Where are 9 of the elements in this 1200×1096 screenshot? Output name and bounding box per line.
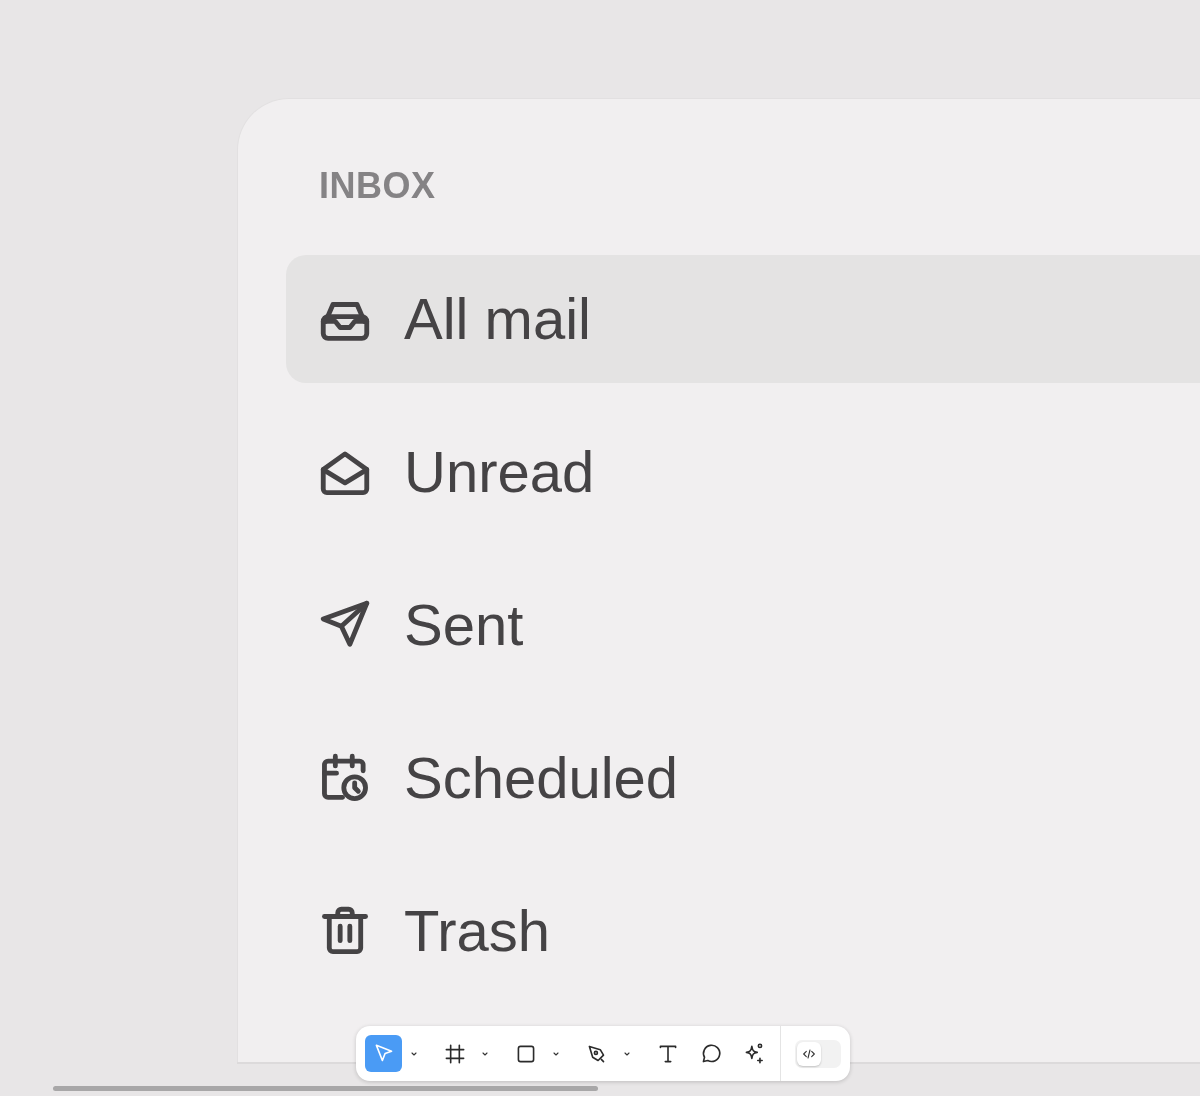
sidebar-item[interactable]: Unread [286,408,1200,536]
section-heading: INBOX [319,165,437,207]
sidebar-item[interactable]: Scheduled [286,714,1200,842]
sidebar-item[interactable]: Trash [286,867,1200,995]
dev-mode-toggle[interactable] [795,1039,841,1068]
sidebar-item[interactable]: Sent [286,561,1200,689]
scrollbar[interactable] [53,1086,598,1091]
move-tool-button[interactable] [365,1035,402,1072]
sidebar-item[interactable]: All mail [286,255,1200,383]
